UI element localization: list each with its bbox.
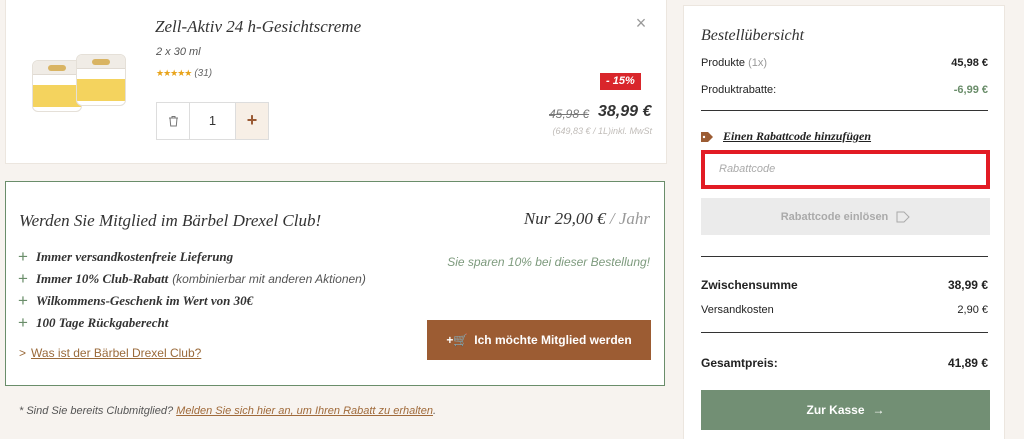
increase-quantity-button[interactable]: + — [235, 103, 268, 139]
shipping-row: Versandkosten 2,90 € — [701, 304, 988, 316]
plus-icon: + — [18, 291, 28, 310]
tag-icon — [701, 131, 713, 142]
product-title[interactable]: Zell-Aktiv 24 h-Gesichtscreme — [155, 17, 361, 37]
list-item: + Wilkommens-Geschenk im Wert von 30€ — [18, 291, 254, 310]
club-price-amount: Nur 29,00 € — [523, 209, 606, 228]
order-summary: Bestellübersicht Produkte (1x) 45,98 € P… — [683, 5, 1005, 439]
divider — [701, 110, 988, 111]
subtotal-amount: 38,99 € — [947, 278, 988, 292]
club-login-link[interactable]: Melden Sie sich hier an, um Ihren Rabatt… — [176, 405, 433, 417]
cart-plus-icon: +🛒 — [446, 333, 469, 347]
discount-amount: -6,99 € — [953, 84, 988, 96]
shipping-amount: 2,90 € — [957, 304, 988, 316]
total-row: Gesamtpreis: 41,89 € — [701, 356, 988, 370]
become-member-button[interactable]: +🛒 Ich möchte Mitglied werden — [427, 320, 651, 360]
trash-icon[interactable] — [157, 103, 190, 139]
old-price: 45,98 € — [549, 107, 590, 121]
jar-icon — [32, 60, 82, 112]
list-item: + Immer versandkostenfreie Lieferung — [18, 247, 234, 266]
divider — [701, 332, 988, 333]
list-item: +100 Tage Rückgaberecht — [18, 313, 169, 332]
arrow-right-icon: → — [872, 403, 885, 417]
plus-icon: + — [18, 247, 28, 266]
become-member-label: Ich möchte Mitglied werden — [474, 333, 632, 347]
rating-count: (31) — [194, 68, 213, 79]
checkout-button[interactable]: Zur Kasse → — [701, 390, 990, 430]
remove-item-close-icon[interactable]: × — [633, 14, 649, 32]
products-row: Produkte (1x) 45,98 € — [701, 57, 988, 69]
unit-price: (649,83 € / 1L)inkl. MwSt — [552, 126, 652, 136]
club-info-link-text[interactable]: Was ist der Bärbel Drexel Club? — [31, 346, 201, 360]
chevron-right-icon: > — [19, 346, 27, 360]
add-coupon-link[interactable]: Einen Rabattcode hinzufügen — [701, 129, 871, 144]
star-rating-icon: ★★★★★ — [156, 68, 192, 78]
quantity-input[interactable]: 1 — [190, 103, 235, 139]
product-size: 2 x 30 ml — [156, 46, 201, 58]
new-price: 38,99 € — [598, 103, 652, 120]
product-image[interactable] — [26, 52, 138, 112]
club-price-period: / Jahr — [609, 209, 650, 228]
club-price: Nur 29,00 € / Jahr — [524, 209, 650, 229]
club-membership-box: Werden Sie Mitglied im Bärbel Drexel Clu… — [5, 181, 665, 386]
jar-icon — [76, 54, 126, 106]
list-item: + Immer 10% Club-Rabatt (kombinierbar mit … — [18, 269, 366, 288]
divider — [701, 256, 988, 257]
cart-item-card: Zell-Aktiv 24 h-Gesichtscreme 2 x 30 ml … — [5, 0, 667, 164]
redeem-coupon-button[interactable]: Rabattcode einlösen — [701, 198, 990, 235]
plus-icon: + — [18, 269, 28, 288]
plus-icon: + — [18, 313, 28, 332]
discount-badge: - 15% — [600, 73, 641, 90]
club-savings-text: Sie sparen 10% bei dieser Bestellung! — [447, 255, 650, 269]
summary-title: Bestellübersicht — [701, 27, 805, 44]
club-info-link[interactable]: > Was ist der Bärbel Drexel Club? — [19, 346, 201, 360]
discount-row: Produktrabatte: -6,99 € — [701, 84, 988, 96]
club-login-note: * Sind Sie bereits Clubmitglied? Melden … — [19, 405, 437, 417]
total-amount: 41,89 € — [947, 356, 988, 370]
club-title: Werden Sie Mitglied im Bärbel Drexel Clu… — [19, 211, 322, 230]
subtotal-row: Zwischensumme 38,99 € — [701, 278, 988, 292]
products-amount: 45,98 € — [951, 57, 988, 69]
coupon-input[interactable]: Rabattcode — [701, 150, 990, 189]
tag-icon — [896, 211, 910, 222]
club-benefits-list: + Immer versandkostenfreie Lieferung + Imm… — [18, 246, 366, 334]
quantity-stepper: 1 + — [156, 102, 269, 140]
product-rating[interactable]: ★★★★★ (31) — [156, 68, 212, 79]
